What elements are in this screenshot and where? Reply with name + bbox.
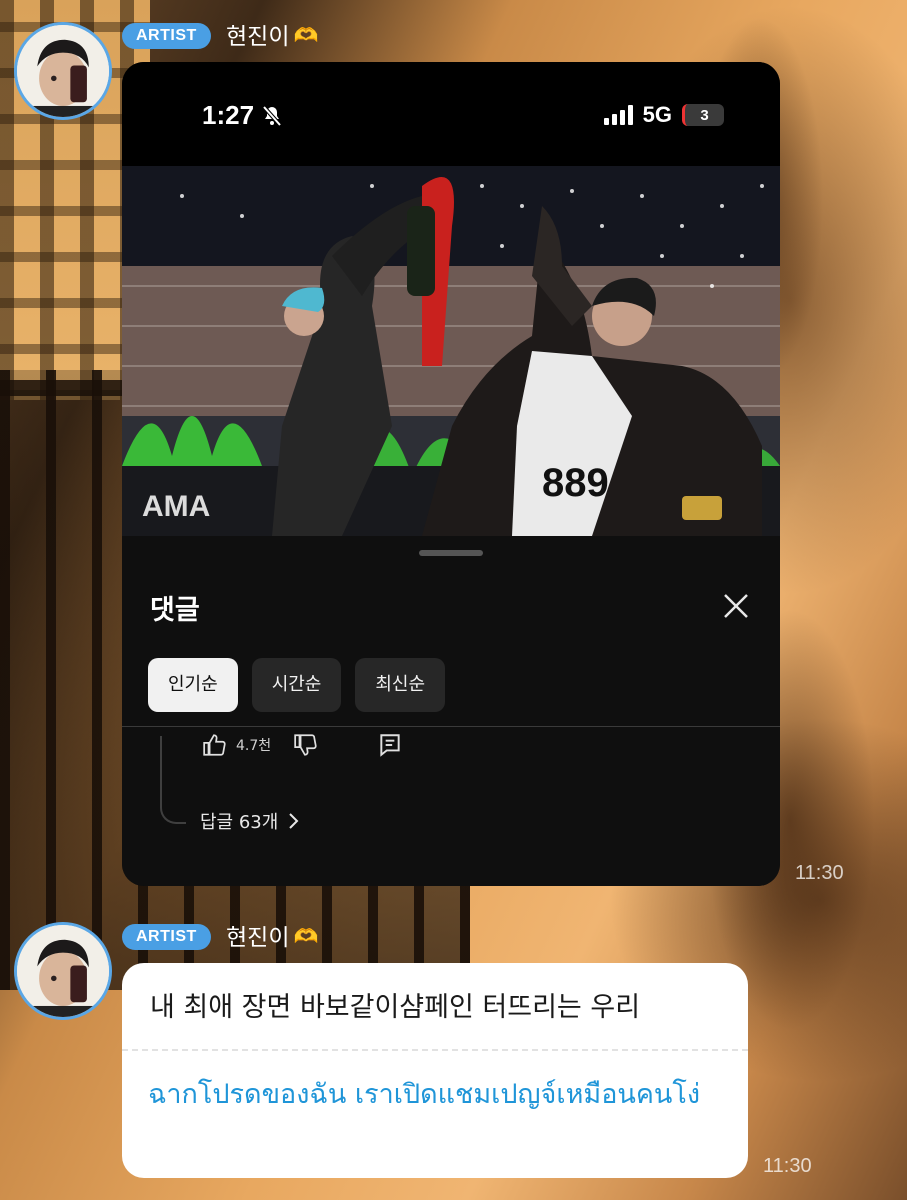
view-replies-link[interactable]: 답글 63개 [200, 808, 300, 834]
thread-line [160, 736, 186, 824]
chip-newest[interactable]: 최신순 [355, 658, 446, 712]
avatar-photo [17, 925, 109, 1017]
network-label: 5G [642, 102, 672, 127]
battery-level: 3 [700, 106, 709, 124]
sort-chips: 인기순 시간순 최신순 [148, 658, 446, 712]
avatar-photo [17, 25, 109, 117]
screenshot-attachment[interactable]: 1:27 5G 3 AMA 889 댓글 인기순 시간순 최신순 4.7천 답글… [122, 62, 780, 886]
thumbs-down-icon[interactable] [293, 732, 319, 758]
chip-timed[interactable]: 시간순 [251, 658, 342, 712]
heart-hands-icon: 🫶 [293, 25, 319, 47]
sheet-divider [122, 726, 780, 727]
bell-muted-icon [262, 105, 282, 126]
message-text: 내 최애 장면 바보같이샴페인 터뜨리는 우리 [150, 992, 641, 1023]
video-thumbnail: AMA MA 889 [122, 166, 780, 536]
svg-text:AMA: AMA [142, 490, 210, 523]
message-timestamp: 11:30 [763, 1155, 812, 1177]
sender-name-text: 현진이 [226, 924, 290, 950]
message-bubble[interactable]: 내 최애 장면 바보같이샴페인 터뜨리는 우리 ฉากโปรดของฉัน เร… [122, 963, 748, 1178]
svg-text:889: 889 [542, 461, 609, 505]
sheet-drag-handle[interactable] [419, 550, 483, 556]
comments-title: 댓글 [150, 595, 200, 626]
status-bar: 1:27 5G 3 [122, 62, 780, 166]
chip-popular[interactable]: 인기순 [148, 658, 238, 712]
avatar[interactable] [14, 922, 112, 1020]
battery-icon: 3 [682, 104, 724, 126]
comment-actions: 4.7천 [202, 732, 403, 758]
status-time-text: 1:27 [202, 100, 255, 130]
like-count: 4.7천 [236, 738, 272, 754]
close-icon[interactable] [722, 592, 750, 620]
signal-icon [603, 105, 633, 125]
message-timestamp: 11:30 [795, 862, 844, 884]
sender-name-text: 현진이 [226, 23, 290, 49]
thumbs-up-icon[interactable] [202, 732, 228, 758]
avatar[interactable] [14, 22, 112, 120]
artist-badge: ARTIST [122, 924, 211, 950]
status-indicators: 5G 3 [603, 102, 724, 128]
heart-hands-icon: 🫶 [293, 926, 319, 948]
sender-name[interactable]: 현진이 🫶 [226, 922, 318, 952]
chevron-right-icon [289, 813, 299, 829]
message-translation: ฉากโปรดของฉัน เราเปิดแชมเปญจ์เหมือนคนโง่ [148, 1079, 701, 1110]
translation-divider [122, 1049, 748, 1051]
status-time: 1:27 [202, 100, 284, 131]
reply-comment-icon[interactable] [377, 732, 403, 758]
sender-name[interactable]: 현진이 🫶 [226, 21, 318, 51]
replies-label: 답글 63개 [200, 812, 279, 833]
comments-sheet: 댓글 인기순 시간순 최신순 4.7천 답글 63개 [122, 536, 780, 886]
video-frame[interactable]: AMA MA 889 [122, 166, 780, 536]
artist-badge: ARTIST [122, 23, 211, 49]
